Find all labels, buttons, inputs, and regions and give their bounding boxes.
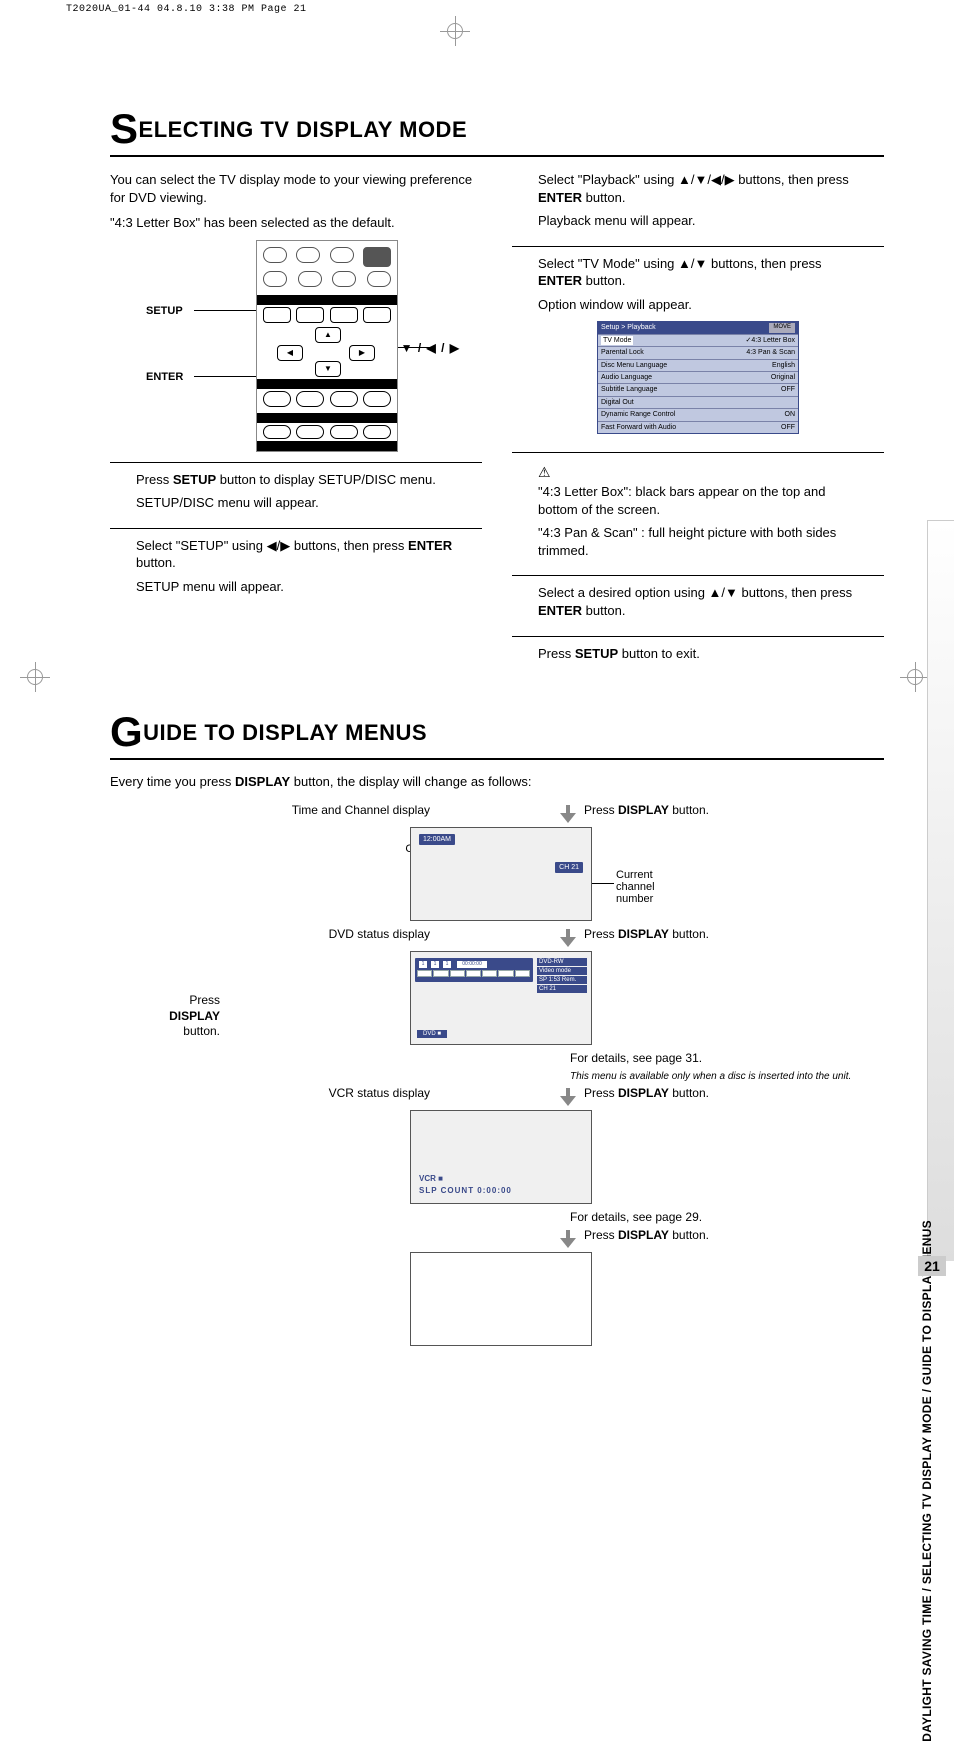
remote-image: ▲▼◀▶ [256,240,398,452]
right-step-5: Select a desired option using ▲/▼ button… [512,575,884,635]
label-enter: ENTER [146,370,183,385]
note-letterbox: "4:3 Letter Box": black bars appear on t… [538,483,858,518]
right-step-4b: Option window will appear. [538,296,858,314]
right-step-6: Press SETUP button to exit. [512,636,884,679]
crop-mark-top [440,16,470,46]
menu-v7: OFF [781,423,795,432]
side-tab [927,520,954,1261]
right-step-3: Select "Playback" using ▲/▼/◀/▶ buttons,… [512,171,884,246]
section2-rule [110,758,884,760]
press-4: Press DISPLAY button. [584,1228,709,1242]
badge-time: 12:00AM [419,834,455,845]
vcr-line1: VCR ■ [419,1174,443,1183]
menu-k6: Dynamic Range Control [601,410,675,419]
menu-k5: Digital Out [601,398,634,407]
leader-arrows [398,347,432,348]
left-step-1: Press SETUP button to display SETUP/DISC… [110,462,482,528]
section1-title-rest: ELECTING TV DISPLAY MODE [139,117,468,142]
menu-v4: OFF [781,385,795,394]
right-step-4: Select "TV Mode" using ▲/▼ buttons, then… [512,246,884,453]
intro-1: You can select the TV display mode to yo… [110,171,482,206]
menu-v2: English [772,361,795,370]
menu-k4: Subtitle Language [601,385,657,394]
press-2: Press DISPLAY button. [584,927,709,941]
arrow-icon [560,929,574,947]
menu-v0: ✓4:3 Letter Box [746,336,795,345]
callout-current-channel: Currentchannelnumber [616,869,655,905]
leader-current-channel [590,883,614,885]
badge-channel: CH 21 [555,862,583,873]
label-setup: SETUP [146,304,183,319]
menu-v3: Original [771,373,795,382]
display-flow: PressDISPLAYbutton. Time and Channel dis… [110,803,884,1346]
menu-title: Setup > Playback [601,323,656,332]
leader-enter [194,376,256,377]
menu-k1: Parental Lock [601,348,644,357]
menu-k0: TV Mode [601,336,633,345]
section2-initial: G [110,708,143,755]
press-1: Press DISPLAY button. [584,803,709,817]
section2-intro: Every time you press DISPLAY button, the… [110,774,884,789]
print-header: T2020UA_01-44 04.8.10 3:38 PM Page 21 [0,0,954,15]
menu-v1: 4:3 Pan & Scan [746,348,795,357]
arrow-icon [560,1088,574,1106]
section1-left: You can select the TV display mode to yo… [110,171,482,678]
screen-dvd: 111 00:00:00 DVD-RW Video mode SP 1:53 R… [410,951,592,1045]
note-p31: For details, see page 31. [570,1051,884,1065]
section2-title-rest: UIDE TO DISPLAY MENUS [143,720,427,745]
screen-vcr: VCR ■ SLP COUNT 0:00:00 [410,1110,592,1204]
section2-title: GUIDE TO DISPLAY MENUS [110,708,884,756]
section1-initial: S [110,105,139,152]
arrow-icon [560,805,574,823]
menu-k7: Fast Forward with Audio [601,423,676,432]
right-warn: "4:3 Letter Box": black bars appear on t… [512,452,884,575]
note-p29: For details, see page 29. [570,1210,884,1224]
page-number: 21 [918,1256,946,1276]
left-step-1b: SETUP/DISC menu will appear. [136,494,456,512]
leader-setup [194,310,256,311]
dvd-foot: DVD ■ [417,1030,447,1038]
left-step-2: Select "SETUP" using ◀/▶ buttons, then p… [110,528,482,612]
left-step-2b: SETUP menu will appear. [136,578,456,596]
label-time-channel: Time and Channel display [250,803,440,817]
content: SELECTING TV DISPLAY MODE You can select… [0,105,954,1346]
menu-k2: Disc Menu Language [601,361,667,370]
label-dvd: DVD status display [250,927,440,941]
menu-playback: Setup > Playback MOVE TV Mode ✓4:3 Letter … [597,321,799,434]
press-3: Press DISPLAY button. [584,1086,709,1100]
menu-move: MOVE [769,323,795,332]
intro-2: "4:3 Letter Box" has been selected as th… [110,214,482,232]
left-press-label: PressDISPLAYbutton. [100,993,220,1040]
dvd-side: DVD-RW Video mode SP 1:53 Rem. CH 21 [537,958,587,994]
note-panscan: "4:3 Pan & Scan" : full height picture w… [538,524,858,559]
note-avail: This menu is available only when a disc … [570,1071,884,1082]
page: T2020UA_01-44 04.8.10 3:38 PM Page 21 DA… [0,0,954,1332]
menu-k3: Audio Language [601,373,652,382]
warn-icon [538,465,858,479]
right-step-3b: Playback menu will appear. [538,212,858,230]
section1-right: Select "Playback" using ▲/▼/◀/▶ buttons,… [512,171,884,678]
vcr-line2: SLP COUNT 0:00:00 [419,1186,512,1195]
arrow-icon [560,1230,574,1248]
crop-mark-right [900,662,930,692]
section1-rule [110,155,884,157]
menu-v6: ON [785,410,796,419]
screen-time-channel: 12:00AM CH 21 [410,827,592,921]
crop-mark-left [20,662,50,692]
section1-columns: You can select the TV display mode to yo… [110,171,884,678]
remote-diagram: SETUP ENTER ▲ / ▼ / ◀ / ▶ ▲▼◀▶ [146,240,446,460]
dvd-bar: 111 00:00:00 [415,958,533,982]
side-text: DAYLIGHT SAVING TIME / SELECTING TV DISP… [920,1220,934,1742]
label-vcr: VCR status display [250,1086,440,1100]
section1-title: SELECTING TV DISPLAY MODE [110,105,884,153]
